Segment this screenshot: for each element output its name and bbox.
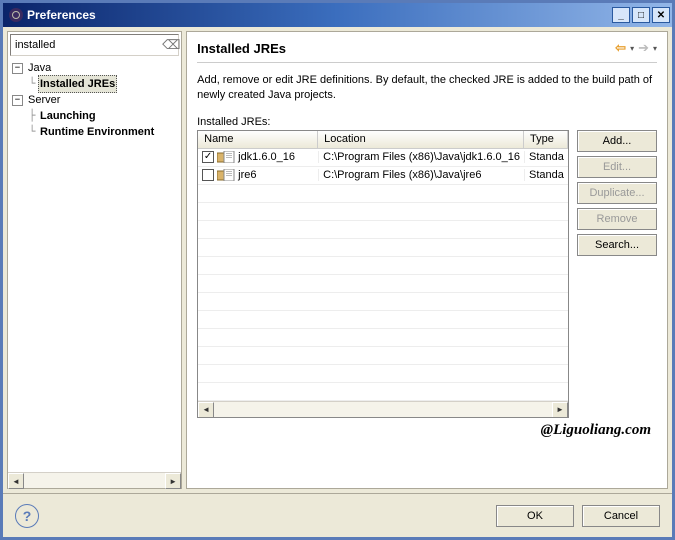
eclipse-app-icon	[9, 8, 23, 22]
nav-forward-menu-icon[interactable]: ▾	[653, 44, 657, 53]
jre-name: jre6	[238, 169, 256, 181]
filter-box: ⌫	[10, 34, 179, 56]
tree-connector-icon: └	[26, 76, 38, 92]
jre-button-column: Add... Edit... Duplicate... Remove Searc…	[577, 130, 657, 418]
jre-location: C:\Program Files (x86)\Java\jre6	[318, 169, 524, 181]
titlebar[interactable]: Preferences _ □ ✕	[3, 3, 672, 27]
content-pane: Installed JREs ⇦ ▾ ➔ ▾ Add, remove or ed…	[186, 31, 668, 489]
table-row	[198, 239, 568, 257]
help-icon[interactable]: ?	[15, 504, 39, 528]
table-row	[198, 347, 568, 365]
preferences-tree[interactable]: − Java └ Installed JREs − Server ├ Launc…	[8, 58, 181, 472]
jre-checkbox[interactable]	[202, 169, 214, 181]
scroll-left-icon[interactable]: ◄	[198, 402, 214, 418]
tree-node-launching[interactable]: Launching	[38, 108, 98, 124]
ok-button[interactable]: OK	[496, 505, 574, 527]
tree-horizontal-scrollbar[interactable]: ◄ ►	[8, 472, 181, 488]
dialog-button-bar: ? OK Cancel	[3, 493, 672, 537]
page-title: Installed JREs	[197, 41, 615, 56]
tree-node-runtime-env[interactable]: Runtime Environment	[38, 124, 156, 140]
filter-input[interactable]	[11, 37, 162, 53]
nav-tree-pane: ⌫ − Java └ Installed JREs − Server	[7, 31, 182, 489]
scroll-right-icon[interactable]: ►	[552, 402, 568, 418]
search-button[interactable]: Search...	[577, 234, 657, 256]
tree-toggle-java[interactable]: −	[12, 63, 23, 74]
client-area: ⌫ − Java └ Installed JREs − Server	[3, 27, 672, 537]
column-header-type[interactable]: Type	[524, 131, 568, 148]
nav-forward-icon[interactable]: ➔	[638, 40, 649, 56]
table-row	[198, 221, 568, 239]
tree-node-java[interactable]: Java	[26, 60, 53, 76]
nav-history: ⇦ ▾ ➔ ▾	[615, 40, 657, 56]
scroll-left-icon[interactable]: ◄	[8, 473, 24, 489]
edit-button[interactable]: Edit...	[577, 156, 657, 178]
table-row[interactable]: ✓ jdk1.6.0_16 C:\Program Files (x86)\Java\…	[198, 149, 568, 167]
column-header-name[interactable]: Name	[198, 131, 318, 148]
cancel-button[interactable]: Cancel	[582, 505, 660, 527]
jre-table[interactable]: Name Location Type ✓ jdk1.6.0_16 C:\Progra…	[197, 130, 569, 418]
table-row	[198, 203, 568, 221]
jre-icon	[217, 169, 235, 181]
jre-type: Standa	[524, 169, 568, 181]
table-row	[198, 383, 568, 401]
page-description: Add, remove or edit JRE definitions. By …	[197, 73, 657, 104]
table-row	[198, 293, 568, 311]
jre-type: Standa	[524, 151, 568, 163]
clear-filter-icon[interactable]: ⌫	[162, 37, 178, 53]
tree-connector-icon: └	[26, 124, 38, 140]
table-row	[198, 275, 568, 293]
preferences-window: Preferences _ □ ✕ ⌫ − Java └ Inst	[0, 0, 675, 540]
jre-location: C:\Program Files (x86)\Java\jdk1.6.0_16	[318, 151, 524, 163]
table-row[interactable]: jre6 C:\Program Files (x86)\Java\jre6Stan…	[198, 167, 568, 185]
table-row	[198, 257, 568, 275]
nav-back-menu-icon[interactable]: ▾	[630, 44, 634, 53]
add-button[interactable]: Add...	[577, 130, 657, 152]
tree-node-installed-jres[interactable]: Installed JREs	[38, 75, 117, 93]
close-button[interactable]: ✕	[652, 7, 670, 23]
tree-connector-icon: ├	[26, 108, 38, 124]
table-label: Installed JREs:	[197, 116, 657, 128]
tree-node-server[interactable]: Server	[26, 92, 62, 108]
nav-back-icon[interactable]: ⇦	[615, 40, 626, 56]
column-header-location[interactable]: Location	[318, 131, 524, 148]
table-row	[198, 311, 568, 329]
window-title: Preferences	[27, 8, 610, 22]
table-row	[198, 329, 568, 347]
jre-checkbox[interactable]: ✓	[202, 151, 214, 163]
duplicate-button[interactable]: Duplicate...	[577, 182, 657, 204]
scroll-right-icon[interactable]: ►	[165, 473, 181, 489]
table-row	[198, 185, 568, 203]
jre-icon	[217, 151, 235, 163]
minimize-button[interactable]: _	[612, 7, 630, 23]
watermark-text: @Liguoliang.com	[197, 418, 657, 439]
table-horizontal-scrollbar[interactable]: ◄ ►	[198, 401, 568, 417]
tree-toggle-server[interactable]: −	[12, 95, 23, 106]
jre-name: jdk1.6.0_16	[238, 151, 295, 163]
table-header: Name Location Type	[198, 131, 568, 149]
maximize-button[interactable]: □	[632, 7, 650, 23]
remove-button[interactable]: Remove	[577, 208, 657, 230]
table-row	[198, 365, 568, 383]
